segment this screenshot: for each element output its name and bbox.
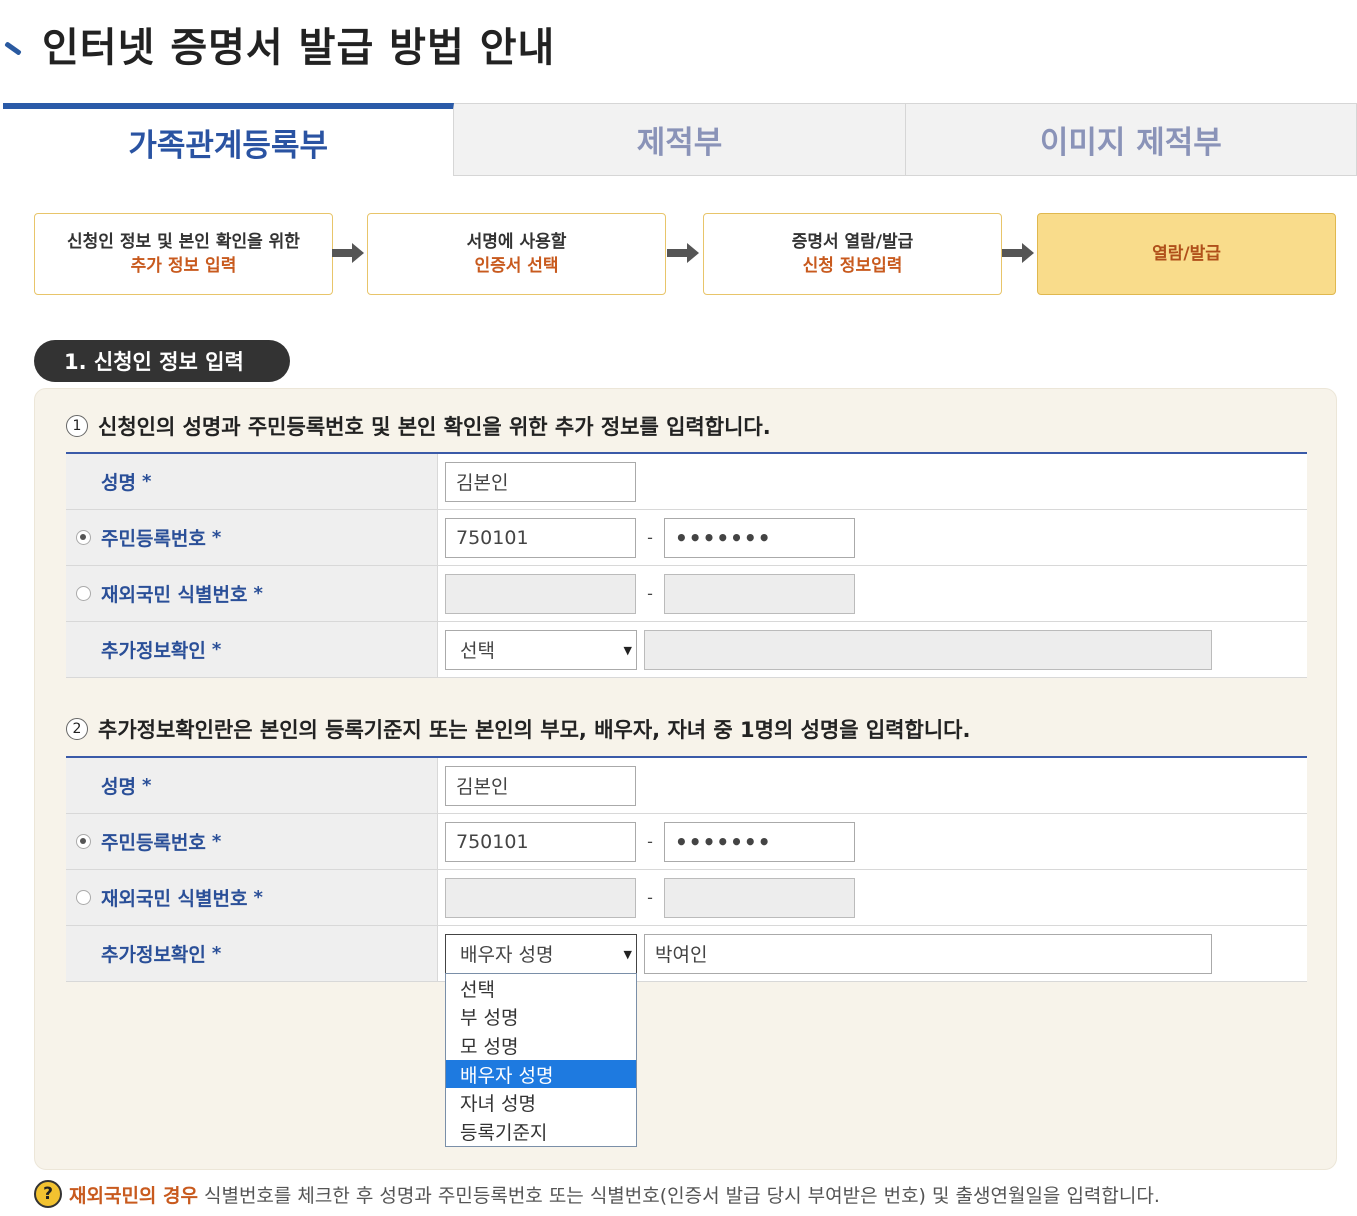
- page-title: 인터넷 증명서 발급 방법 안내: [42, 25, 556, 71]
- dropdown-option[interactable]: 등록기준지: [446, 1117, 636, 1146]
- dash: -: [647, 832, 653, 851]
- foreign-id-front-input[interactable]: [445, 877, 636, 918]
- step-2-line1: 서명에 사용할: [466, 232, 567, 252]
- required-star-icon: *: [141, 775, 152, 796]
- foreign-id-radio[interactable]: [76, 890, 91, 905]
- step-4-current: 열람/발급: [1037, 213, 1336, 295]
- arrow-right-icon: [332, 243, 366, 263]
- form1-table: 성명 * 김본인 주민등록번호 * 750101 - ••••••• 재외국민 식별…: [66, 452, 1307, 678]
- title-bullet-icon: [0, 24, 30, 64]
- form-panel: 1 신청인의 성명과 주민등록번호 및 본인 확인을 위한 추가 정보를 입력합…: [34, 388, 1337, 1170]
- step-1-line2: 추가 정보 입력: [130, 256, 237, 276]
- required-star-icon: *: [211, 527, 222, 548]
- required-star-icon: *: [211, 639, 222, 660]
- extra-info-input[interactable]: [644, 629, 1212, 670]
- tab-family-register[interactable]: 가족관계등록부: [3, 103, 455, 176]
- required-star-icon: *: [211, 831, 222, 852]
- foreign-id-back-input[interactable]: [664, 877, 855, 918]
- rrn-label: 주민등록번호 *: [66, 510, 438, 565]
- help-note: ? 재외국민의 경우 식별번호를 체크한 후 성명과 주민등록번호 또는 식별번…: [34, 1180, 1160, 1208]
- rrn-front-input[interactable]: 750101: [445, 821, 636, 862]
- form1-extra-row: 추가정보확인 * 선택 ▼: [66, 622, 1307, 678]
- help-note-strong: 재외국민의 경우: [69, 1184, 198, 1207]
- form1-rrn-row: 주민등록번호 * 750101 - •••••••: [66, 510, 1307, 566]
- dropdown-option[interactable]: 선택: [446, 974, 636, 1003]
- help-note-text: 식별번호를 체크한 후 성명과 주민등록번호 또는 식별번호(인증서 발급 당시…: [203, 1184, 1160, 1207]
- chevron-down-icon: ▼: [623, 947, 632, 961]
- step-3: 증명서 열람/발급 신청 정보입력: [703, 213, 1002, 295]
- form1-subtitle: 1 신청인의 성명과 주민등록번호 및 본인 확인을 위한 추가 정보를 입력합…: [66, 411, 771, 441]
- form2-subtitle-text: 추가정보확인란은 본인의 등록기준지 또는 본인의 부모, 배우자, 자녀 중 …: [98, 718, 971, 742]
- required-star-icon: *: [141, 471, 152, 492]
- required-star-icon: *: [253, 887, 263, 908]
- rrn-back-input[interactable]: •••••••: [664, 517, 855, 558]
- name-input[interactable]: 김본인: [445, 765, 636, 806]
- extra-info-select-value: 배우자 성명: [460, 944, 554, 966]
- dash: -: [647, 528, 653, 547]
- foreign-id-front-input[interactable]: [445, 573, 636, 614]
- step-3-line2: 신청 정보입력: [802, 256, 903, 276]
- extra-info-input[interactable]: 박여인: [644, 933, 1212, 974]
- extra-info-label: 추가정보확인 *: [66, 622, 438, 677]
- form1-foreign-row: 재외국민 식별번호 * -: [66, 566, 1307, 622]
- rrn-radio[interactable]: [76, 834, 91, 849]
- extra-info-select-value: 선택: [460, 640, 495, 662]
- rrn-label: 주민등록번호 *: [66, 814, 438, 869]
- step-2: 서명에 사용할 인증서 선택: [367, 213, 666, 295]
- number-circle-icon: 2: [66, 718, 88, 740]
- form2-name-row: 성명 * 김본인: [66, 758, 1307, 814]
- form2-table: 성명 * 김본인 주민등록번호 * 750101 - ••••••• 재외국민 식별…: [66, 756, 1307, 982]
- dropdown-option-selected[interactable]: 배우자 성명: [446, 1059, 636, 1089]
- name-input[interactable]: 김본인: [445, 461, 636, 502]
- dropdown-option[interactable]: 부 성명: [446, 1003, 636, 1032]
- step-1-line1: 신청인 정보 및 본인 확인을 위한: [67, 232, 300, 252]
- number-circle-icon: 1: [66, 415, 88, 437]
- step-2-line2: 인증서 선택: [474, 256, 559, 276]
- rrn-back-input[interactable]: •••••••: [664, 821, 855, 862]
- chevron-down-icon: ▼: [623, 643, 632, 657]
- foreign-id-label: 재외국민 식별번호 *: [66, 566, 438, 621]
- dropdown-option[interactable]: 모 성명: [446, 1031, 636, 1060]
- process-steps: 신청인 정보 및 본인 확인을 위한 추가 정보 입력 서명에 사용할 인증서 …: [34, 213, 1337, 296]
- required-star-icon: *: [253, 583, 263, 604]
- foreign-id-label: 재외국민 식별번호 *: [66, 870, 438, 925]
- foreign-id-back-input[interactable]: [664, 573, 855, 614]
- section-heading: 1. 신청인 정보 입력: [34, 340, 290, 382]
- foreign-id-radio[interactable]: [76, 586, 91, 601]
- rrn-radio[interactable]: [76, 530, 91, 545]
- page-header: 인터넷 증명서 발급 방법 안내: [0, 14, 555, 74]
- arrow-right-icon: [1002, 243, 1036, 263]
- form1-name-row: 성명 * 김본인: [66, 454, 1307, 510]
- extra-info-select[interactable]: 선택 ▼: [445, 629, 637, 670]
- name-label: 성명 *: [66, 758, 438, 813]
- form2-foreign-row: 재외국민 식별번호 * -: [66, 870, 1307, 926]
- dash: -: [647, 584, 653, 603]
- tab-image-removed-register[interactable]: 이미지 제적부: [905, 103, 1357, 176]
- step-1: 신청인 정보 및 본인 확인을 위한 추가 정보 입력: [34, 213, 333, 295]
- form1-subtitle-text: 신청인의 성명과 주민등록번호 및 본인 확인을 위한 추가 정보를 입력합니다…: [98, 415, 771, 439]
- form2-extra-row: 추가정보확인 * 배우자 성명 ▼ 박여인: [66, 926, 1307, 982]
- form2-subtitle: 2 추가정보확인란은 본인의 등록기준지 또는 본인의 부모, 배우자, 자녀 …: [66, 714, 970, 744]
- dash: -: [647, 888, 653, 907]
- rrn-front-input[interactable]: 750101: [445, 517, 636, 558]
- question-icon: ?: [34, 1180, 62, 1208]
- extra-info-label: 추가정보확인 *: [66, 926, 438, 981]
- step-4-line1: 열람/발급: [1152, 244, 1221, 264]
- form2-rrn-row: 주민등록번호 * 750101 - •••••••: [66, 814, 1307, 870]
- name-label: 성명 *: [66, 454, 438, 509]
- arrow-right-icon: [667, 243, 701, 263]
- extra-info-dropdown-list: 선택 부 성명 모 성명 배우자 성명 자녀 성명 등록기준지: [445, 973, 637, 1147]
- extra-info-select[interactable]: 배우자 성명 ▼: [445, 933, 637, 974]
- tab-bar: 가족관계등록부 제적부 이미지 제적부: [3, 103, 1357, 176]
- required-star-icon: *: [211, 943, 222, 964]
- dropdown-option[interactable]: 자녀 성명: [446, 1088, 636, 1117]
- tab-removed-register[interactable]: 제적부: [454, 103, 906, 176]
- step-3-line1: 증명서 열람/발급: [791, 232, 914, 252]
